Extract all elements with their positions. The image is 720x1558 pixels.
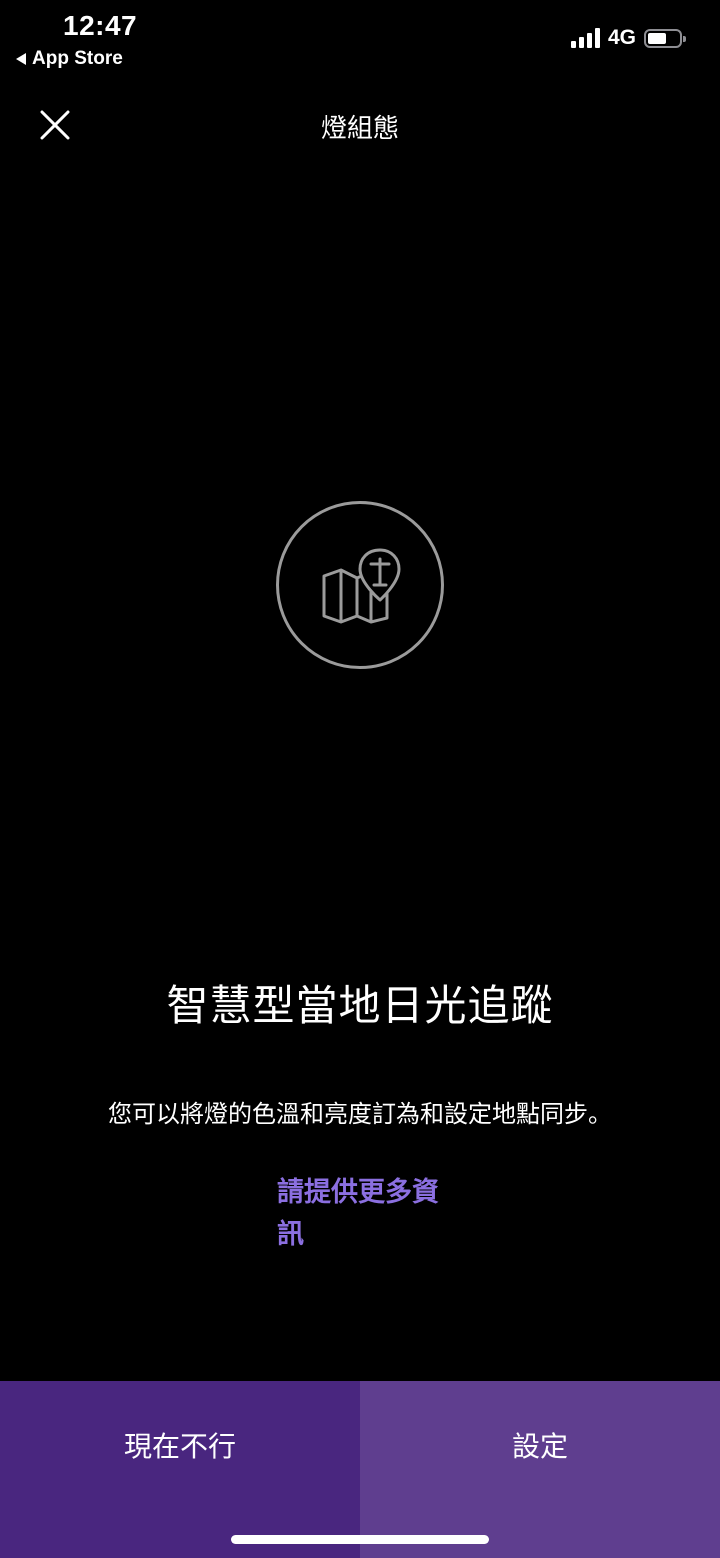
back-to-app-store[interactable]: App Store xyxy=(16,48,123,70)
map-pin-icon xyxy=(322,548,401,624)
home-indicator xyxy=(231,1535,489,1544)
back-label: App Store xyxy=(32,48,123,69)
battery-icon xyxy=(644,28,686,48)
setup-button[interactable]: 設定 xyxy=(360,1381,720,1558)
page-title: 燈組態 xyxy=(320,114,399,144)
network-label: 4G xyxy=(607,26,636,49)
more-info-link[interactable]: 請提供更多資 訊 xyxy=(277,1172,457,1256)
setup-label: 設定 xyxy=(511,1430,568,1463)
more-info-line-1: 請提供更多資 xyxy=(277,1177,439,1208)
hero-icon-circle xyxy=(276,501,444,669)
more-info-line-2: 訊 xyxy=(277,1219,304,1250)
not-now-label: 現在不行 xyxy=(123,1430,236,1463)
bottom-action-bar: 現在不行 設定 xyxy=(0,1381,720,1558)
feature-title: 智慧型當地日光追蹤 xyxy=(166,981,554,1030)
signal-icon xyxy=(570,28,600,48)
not-now-button[interactable]: 現在不行 xyxy=(0,1381,360,1558)
feature-description: 您可以將燈的色溫和亮度訂為和設定地點同步。 xyxy=(108,1100,612,1128)
status-indicators: 4G xyxy=(570,26,686,50)
back-arrow-icon xyxy=(16,53,26,65)
status-time: 12:47 xyxy=(63,10,138,41)
